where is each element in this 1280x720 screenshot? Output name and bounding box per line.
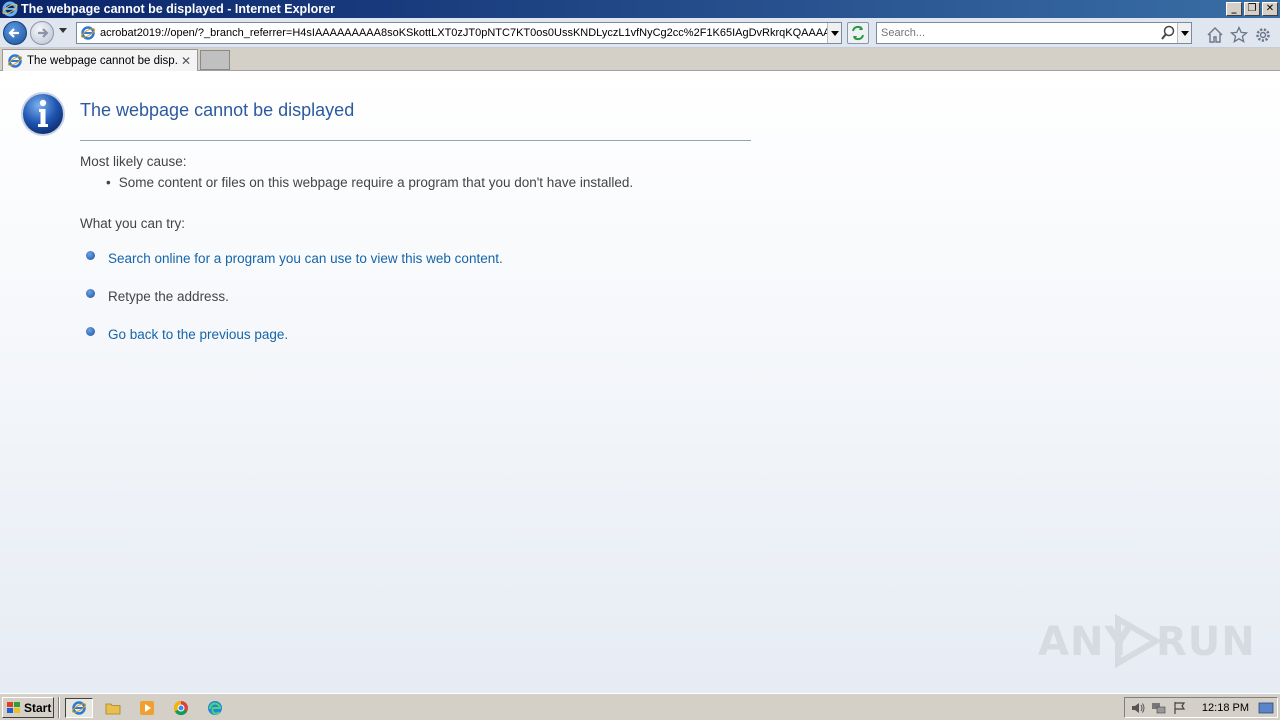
taskbar: Start 12:18 PM xyxy=(0,693,1280,720)
compatibility-view-button[interactable] xyxy=(847,22,869,44)
back-arrow-icon xyxy=(8,28,19,38)
address-url[interactable]: acrobat2019://open/?_branch_referrer=H4s… xyxy=(100,27,827,39)
page-icon xyxy=(80,26,96,40)
restore-button[interactable]: ❐ xyxy=(1244,2,1260,16)
internet-explorer-icon xyxy=(7,53,23,68)
taskbar-chrome[interactable] xyxy=(170,698,192,718)
gear-icon[interactable] xyxy=(1254,26,1272,44)
retype-address-text: Retype the address. xyxy=(108,289,229,304)
taskbar-edge[interactable] xyxy=(204,698,226,718)
try-item-go-back[interactable]: Go back to the previous page. xyxy=(86,327,288,342)
bullet-icon xyxy=(86,289,95,298)
try-item-retype: Retype the address. xyxy=(86,289,229,304)
action-center-flag-icon[interactable] xyxy=(1172,701,1188,715)
taskbar-file-explorer[interactable] xyxy=(102,698,124,718)
cause-heading: Most likely cause: xyxy=(80,154,187,169)
tab-bar: The webpage cannot be disp... ✕ xyxy=(0,48,1280,71)
search-dropdown-button[interactable] xyxy=(1177,23,1191,43)
network-icon[interactable] xyxy=(1151,701,1167,715)
speaker-icon[interactable] xyxy=(1130,701,1146,715)
show-desktop-icon[interactable] xyxy=(1258,702,1274,714)
tab-current[interactable]: The webpage cannot be disp... ✕ xyxy=(2,49,198,71)
window-title: The webpage cannot be displayed - Intern… xyxy=(21,2,335,16)
forward-arrow-icon xyxy=(38,28,49,38)
close-window-button[interactable]: ✕ xyxy=(1262,2,1278,16)
refresh-icon xyxy=(852,25,864,41)
watermark-right: RUN xyxy=(1156,619,1256,665)
cause-item: • Some content or files on this webpage r… xyxy=(106,175,634,190)
page-content: The webpage cannot be displayed Most lik… xyxy=(0,71,1280,693)
system-tray: 12:18 PM xyxy=(1124,697,1278,718)
try-item-search-online[interactable]: Search online for a program you can use … xyxy=(86,251,503,266)
forward-button[interactable] xyxy=(30,21,54,45)
clock[interactable]: 12:18 PM xyxy=(1202,702,1249,714)
navigation-bar: acrobat2019://open/?_branch_referrer=H4s… xyxy=(0,18,1280,48)
internet-explorer-icon xyxy=(2,1,18,17)
title-divider xyxy=(80,140,751,141)
go-back-link[interactable]: Go back to the previous page. xyxy=(108,327,288,342)
tab-label: The webpage cannot be disp... xyxy=(27,54,179,67)
search-icon[interactable] xyxy=(1159,24,1177,42)
window-title-bar[interactable]: The webpage cannot be displayed - Intern… xyxy=(0,0,1280,18)
page-title: The webpage cannot be displayed xyxy=(80,100,355,120)
cause-item-text: Some content or files on this webpage re… xyxy=(118,175,634,190)
taskbar-media-player[interactable] xyxy=(136,698,158,718)
search-box[interactable] xyxy=(876,22,1192,44)
new-tab-button[interactable] xyxy=(200,50,230,70)
start-button[interactable]: Start xyxy=(2,697,54,718)
start-label: Start xyxy=(24,700,52,715)
edge-icon xyxy=(208,701,222,715)
taskbar-internet-explorer[interactable] xyxy=(65,698,93,718)
taskbar-separator xyxy=(58,697,60,718)
windows-logo-icon xyxy=(7,701,20,713)
search-input[interactable] xyxy=(877,27,1159,39)
try-heading: What you can try: xyxy=(80,216,186,231)
home-icon[interactable] xyxy=(1206,26,1224,44)
anyrun-watermark: ANY RUN xyxy=(1038,611,1255,671)
folder-icon xyxy=(105,703,121,715)
history-dropdown-icon[interactable] xyxy=(59,28,67,33)
favorites-star-icon[interactable] xyxy=(1230,26,1248,44)
internet-explorer-icon xyxy=(71,701,87,715)
info-icon xyxy=(21,92,65,136)
bullet-icon xyxy=(86,327,95,336)
chrome-icon xyxy=(173,700,188,716)
back-button[interactable] xyxy=(3,21,27,45)
media-player-icon xyxy=(140,701,154,715)
close-tab-icon[interactable]: ✕ xyxy=(179,54,193,68)
address-dropdown-button[interactable] xyxy=(827,23,841,43)
address-bar[interactable]: acrobat2019://open/?_branch_referrer=H4s… xyxy=(76,22,842,44)
search-online-link[interactable]: Search online for a program you can use … xyxy=(108,251,503,266)
bullet-icon xyxy=(86,251,95,260)
minimize-button[interactable]: _ xyxy=(1226,2,1242,16)
